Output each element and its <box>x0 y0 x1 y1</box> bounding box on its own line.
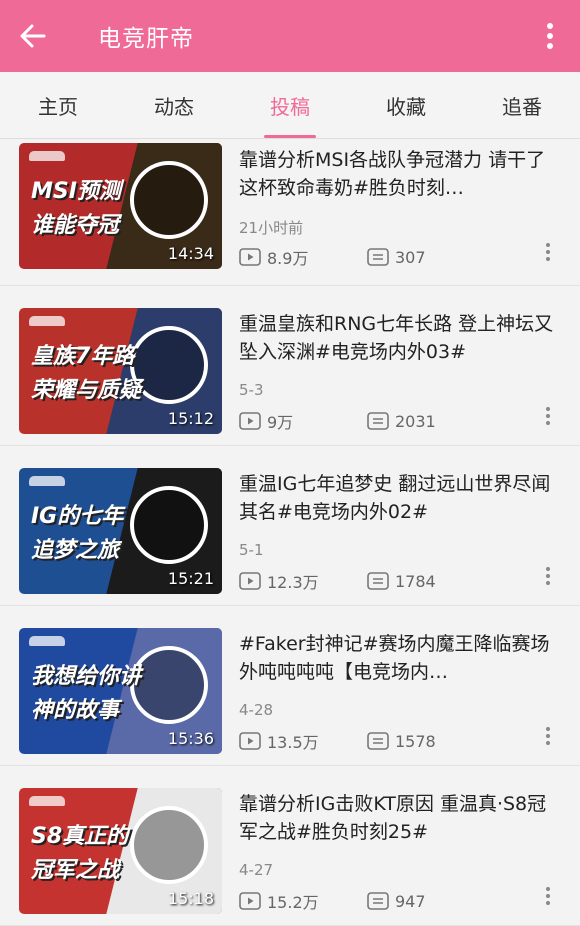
video-item[interactable]: IG的七年 追梦之旅 15:21 重温IG七年追梦史 翻过远山世界尽闻其名#电竞… <box>0 446 580 606</box>
comment-count-value: 307 <box>395 247 426 267</box>
video-stats: 9万 2031 <box>239 409 495 433</box>
play-count: 13.5万 <box>239 729 339 753</box>
video-duration: 15:36 <box>167 729 214 748</box>
comment-count-value: 2031 <box>395 411 436 431</box>
item-more-icon[interactable] <box>542 239 554 265</box>
comment-count-value: 947 <box>395 891 426 911</box>
play-count: 15.2万 <box>239 889 339 913</box>
league-logo-icon <box>29 476 65 486</box>
play-count-value: 12.3万 <box>267 573 319 592</box>
team-logo-icon <box>130 486 208 564</box>
video-time: 4-28 <box>239 701 274 719</box>
thumbnail-caption-line2: 冠军之战 <box>31 858 120 883</box>
league-logo-icon <box>29 636 65 646</box>
thumbnail-caption-line2: 荣耀与质疑 <box>31 378 142 403</box>
video-stats: 15.2万 947 <box>239 889 495 913</box>
team-logo-icon <box>130 806 208 884</box>
video-title[interactable]: #Faker封神记#赛场内魔王降临赛场外吨吨吨吨【电竞场内… <box>239 630 561 686</box>
page-title: 电竞肝帝 <box>98 26 194 52</box>
video-time: 5-3 <box>239 381 264 399</box>
video-stats: 13.5万 1578 <box>239 729 495 753</box>
thumbnail-caption-line1: 我想给你讲 <box>31 664 142 689</box>
play-icon <box>239 248 261 266</box>
comment-count: 1578 <box>367 732 467 751</box>
video-item[interactable]: 我想给你讲 神的故事 15:36 #Faker封神记#赛场内魔王降临赛场外吨吨吨… <box>0 606 580 766</box>
league-logo-icon <box>29 316 65 326</box>
video-stats: 8.9万 307 <box>239 245 495 269</box>
comment-icon <box>367 892 389 910</box>
video-item[interactable]: 皇族7年路 荣耀与质疑 15:12 重温皇族和RNG七年长路 登上神坛又坠入深渊… <box>0 286 580 446</box>
play-icon <box>239 892 261 910</box>
comment-count: 2031 <box>367 412 467 431</box>
play-count-value: 13.5万 <box>267 733 319 752</box>
comment-icon <box>367 412 389 430</box>
video-duration: 15:21 <box>167 569 214 588</box>
video-thumbnail[interactable]: 我想给你讲 神的故事 15:36 <box>19 628 222 754</box>
video-time: 21小时前 <box>239 219 304 237</box>
video-list: MSI预测 谁能夺冠 14:34 靠谱分析MSI各战队争冠潜力 请干了这杯致命毒… <box>0 139 580 926</box>
play-count: 9万 <box>239 409 339 433</box>
app-bar: 电竞肝帝 <box>0 0 580 72</box>
team-logo-icon <box>130 161 208 239</box>
comment-icon <box>367 572 389 590</box>
comment-count: 307 <box>367 248 467 267</box>
arrow-left-icon <box>20 24 46 48</box>
video-stats: 12.3万 1784 <box>239 569 495 593</box>
play-icon <box>239 732 261 750</box>
item-more-icon[interactable] <box>542 403 554 429</box>
tab-dynamic[interactable]: 动态 <box>116 72 232 138</box>
video-duration: 15:12 <box>167 409 214 428</box>
more-vertical-icon[interactable] <box>542 14 558 58</box>
thumbnail-caption-line2: 谁能夺冠 <box>31 213 120 238</box>
tab-submissions[interactable]: 投稿 <box>232 72 348 138</box>
tab-following-anime[interactable]: 追番 <box>464 72 580 138</box>
play-icon <box>239 572 261 590</box>
tab-bar: 主页 动态 投稿 收藏 追番 <box>0 72 580 139</box>
comment-count-value: 1784 <box>395 571 436 591</box>
video-title[interactable]: 重温IG七年追梦史 翻过远山世界尽闻其名#电竞场内外02# <box>239 470 561 526</box>
video-title[interactable]: 靠谱分析MSI各战队争冠潜力 请干了这杯致命毒奶#胜负时刻… <box>239 146 561 202</box>
item-more-icon[interactable] <box>542 883 554 909</box>
video-thumbnail[interactable]: 皇族7年路 荣耀与质疑 15:12 <box>19 308 222 434</box>
thumbnail-caption-line2: 神的故事 <box>31 698 120 723</box>
video-thumbnail[interactable]: IG的七年 追梦之旅 15:21 <box>19 468 222 594</box>
play-count: 12.3万 <box>239 569 339 593</box>
video-time: 4-27 <box>239 861 274 879</box>
thumbnail-caption-line1: MSI预测 <box>31 179 121 204</box>
play-count-value: 8.9万 <box>267 249 309 268</box>
video-item[interactable]: S8真正的 冠军之战 15:18 靠谱分析IG击败KT原因 重温真·S8冠军之战… <box>0 766 580 926</box>
league-logo-icon <box>29 151 65 161</box>
thumbnail-caption-line1: S8真正的 <box>31 824 129 849</box>
thumbnail-caption-line2: 追梦之旅 <box>31 538 120 563</box>
tab-home[interactable]: 主页 <box>0 72 116 138</box>
item-more-icon[interactable] <box>542 563 554 589</box>
video-title[interactable]: 重温皇族和RNG七年长路 登上神坛又坠入深渊#电竞场内外03# <box>239 310 561 366</box>
comment-icon <box>367 248 389 266</box>
comment-count-value: 1578 <box>395 731 436 751</box>
thumbnail-caption-line1: 皇族7年路 <box>31 344 135 369</box>
video-time: 5-1 <box>239 541 264 559</box>
comment-count: 947 <box>367 892 467 911</box>
video-duration: 14:34 <box>167 244 214 263</box>
play-count-value: 9万 <box>267 413 294 432</box>
video-title[interactable]: 靠谱分析IG击败KT原因 重温真·S8冠军之战#胜负时刻25# <box>239 790 561 846</box>
play-count-value: 15.2万 <box>267 893 319 912</box>
league-logo-icon <box>29 796 65 806</box>
video-item[interactable]: MSI预测 谁能夺冠 14:34 靠谱分析MSI各战队争冠潜力 请干了这杯致命毒… <box>0 139 580 286</box>
comment-icon <box>367 732 389 750</box>
video-thumbnail[interactable]: S8真正的 冠军之战 15:18 <box>19 788 222 914</box>
video-duration: 15:18 <box>167 889 214 908</box>
play-count: 8.9万 <box>239 245 339 269</box>
tab-favorites[interactable]: 收藏 <box>348 72 464 138</box>
play-icon <box>239 412 261 430</box>
team-logo-icon <box>130 326 208 404</box>
thumbnail-caption-line1: IG的七年 <box>31 504 124 529</box>
back-button[interactable] <box>18 8 78 64</box>
item-more-icon[interactable] <box>542 723 554 749</box>
video-thumbnail[interactable]: MSI预测 谁能夺冠 14:34 <box>19 143 222 269</box>
team-logo-icon <box>130 646 208 724</box>
comment-count: 1784 <box>367 572 467 591</box>
